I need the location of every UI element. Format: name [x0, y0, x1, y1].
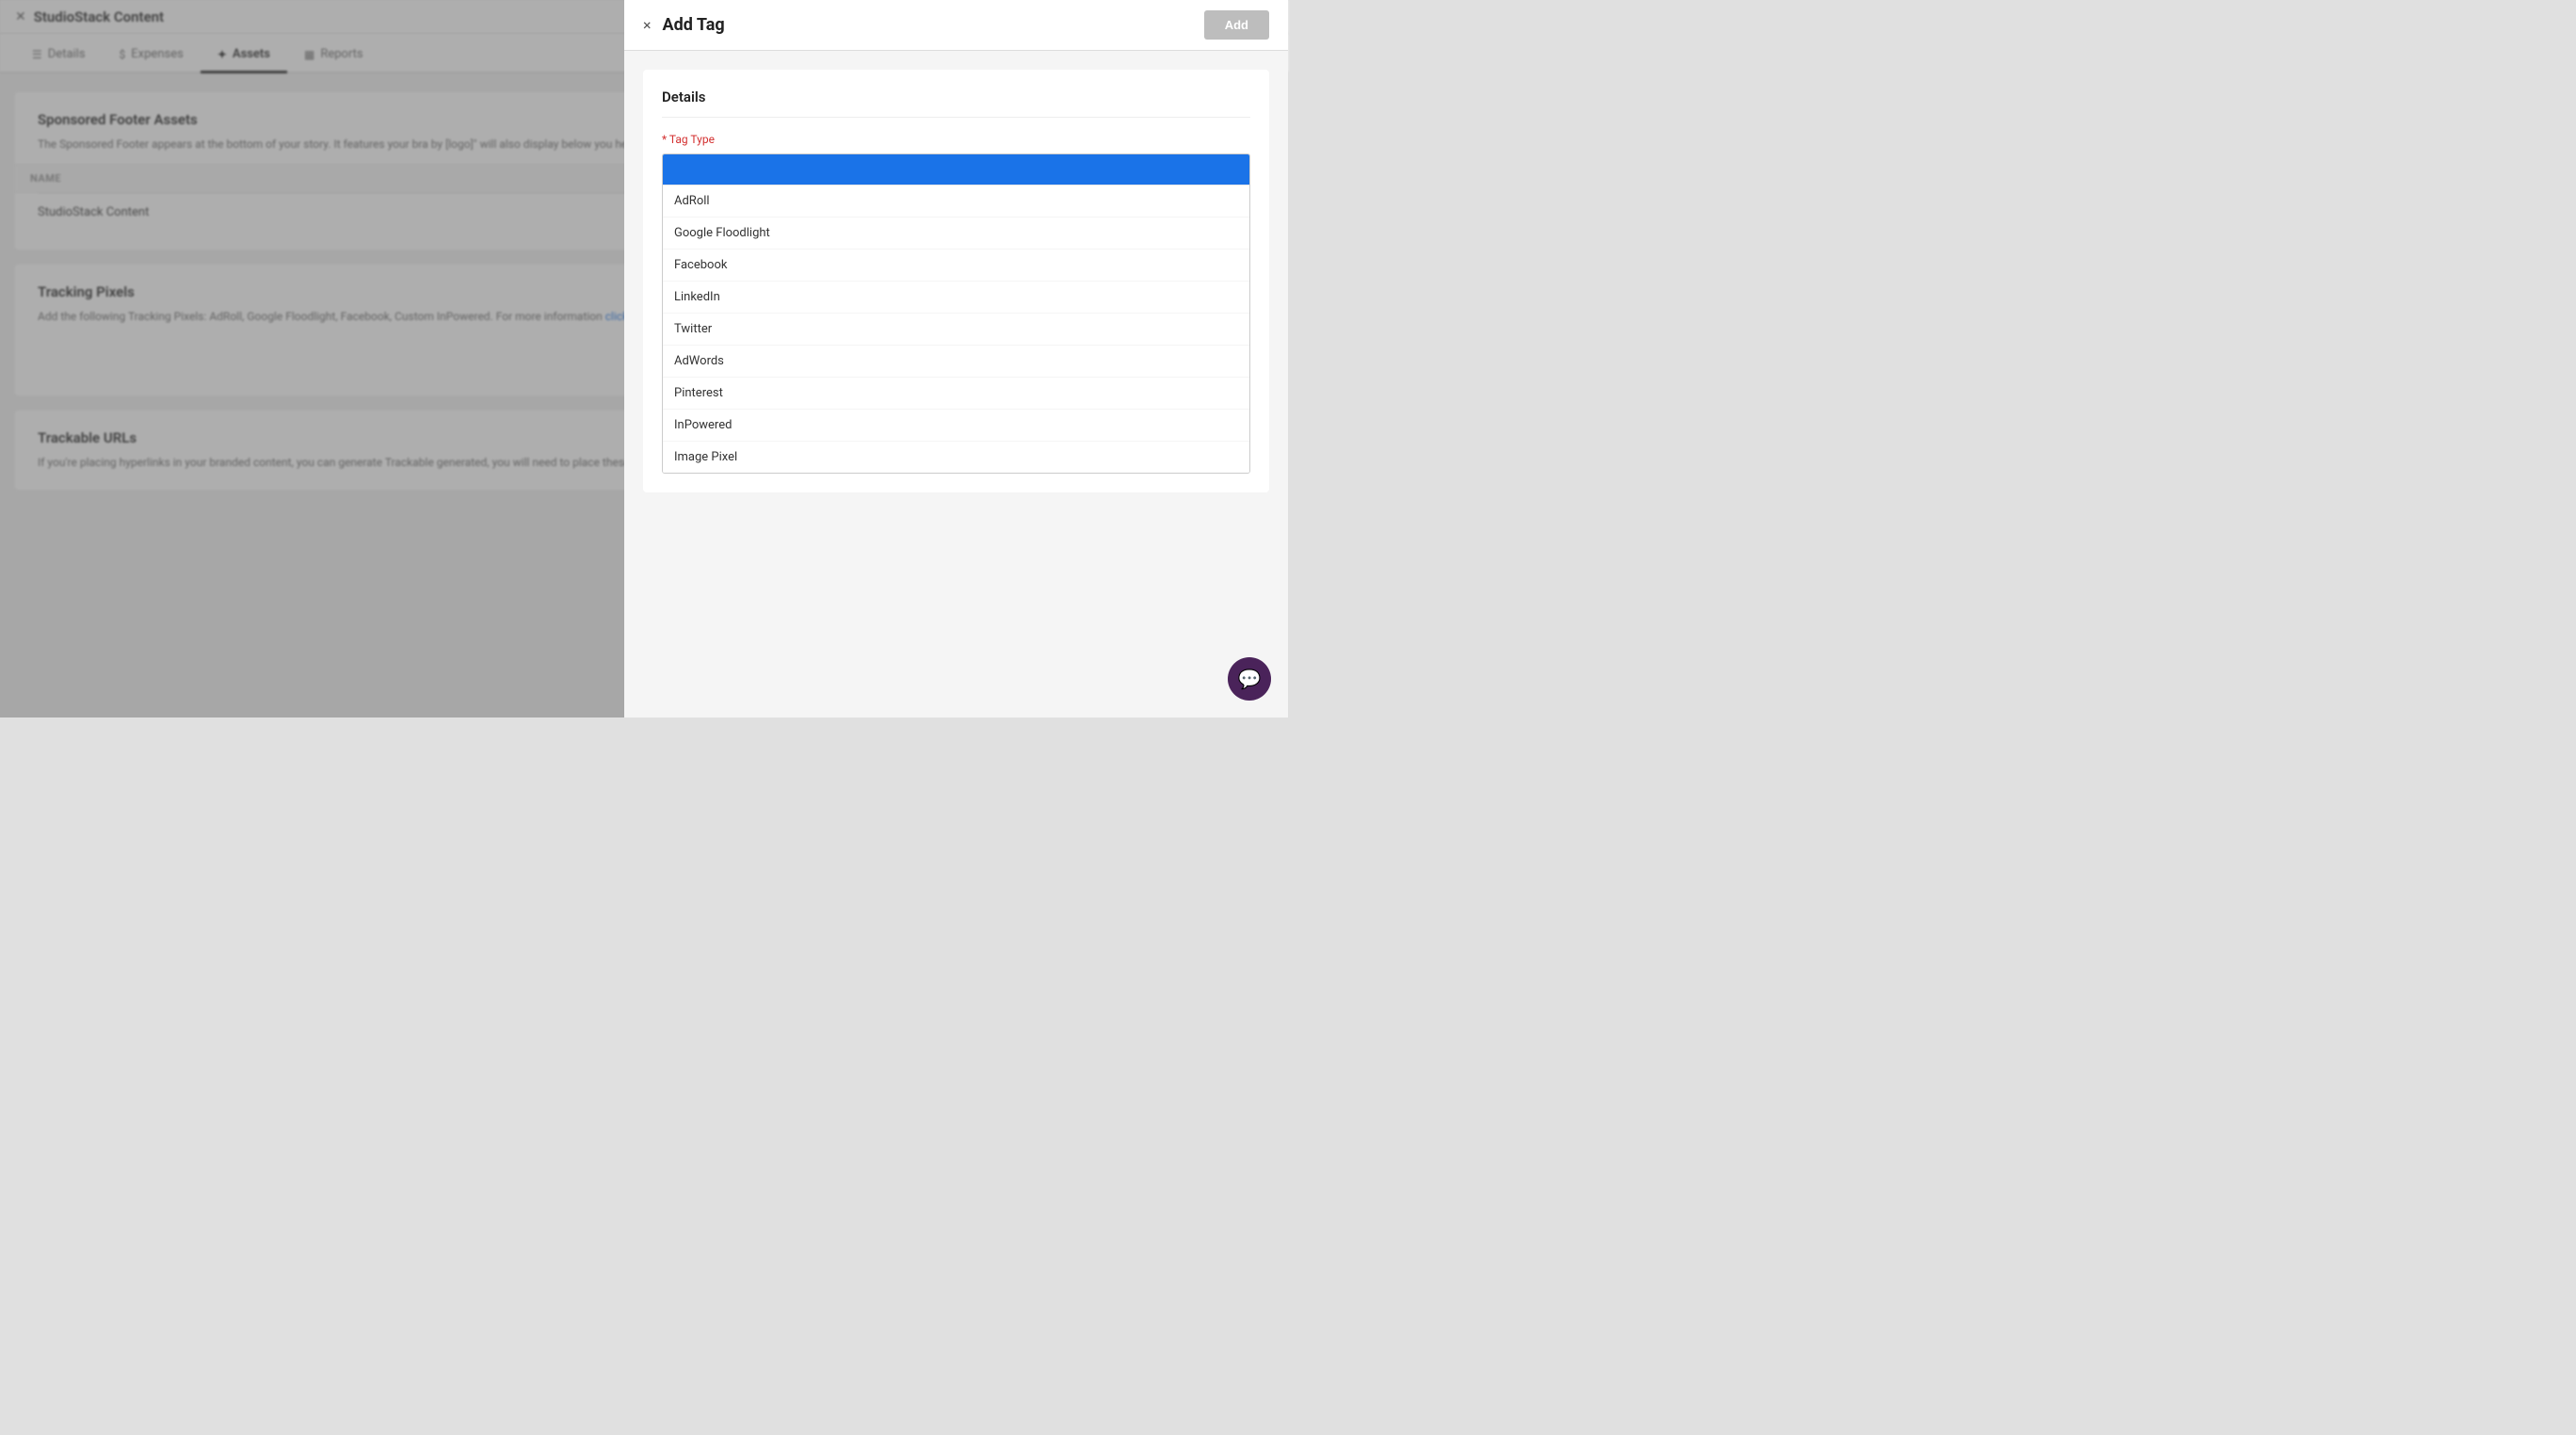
add-tag-button[interactable]: Add	[1204, 10, 1269, 40]
tag-type-field: * Tag Type AdRoll Google Floodlight Face…	[662, 133, 1250, 474]
dropdown-option-pinterest[interactable]: Pinterest	[663, 378, 1249, 410]
chat-bubble[interactable]: 💬	[1228, 657, 1271, 701]
dropdown-options-list: AdRoll Google Floodlight Facebook Linked…	[663, 185, 1249, 473]
details-section-title: Details	[662, 89, 1250, 118]
tag-type-label: * Tag Type	[662, 133, 1250, 146]
modal-header: × Add Tag Add	[624, 0, 1288, 51]
details-card: Details * Tag Type AdRoll Google Floodli…	[643, 70, 1269, 492]
modal-content: Details * Tag Type AdRoll Google Floodli…	[624, 51, 1288, 718]
dropdown-option-image-pixel[interactable]: Image Pixel	[663, 442, 1249, 473]
chat-icon: 💬	[1238, 668, 1262, 690]
dropdown-option-inpowered[interactable]: InPowered	[663, 410, 1249, 442]
modal-close-icon[interactable]: ×	[643, 16, 652, 34]
add-tag-modal: × Add Tag Add Details * Tag Type AdRoll …	[624, 0, 1288, 718]
modal-title: Add Tag	[663, 15, 1193, 35]
dropdown-selected-item[interactable]	[663, 154, 1249, 185]
dropdown-option-adwords[interactable]: AdWords	[663, 346, 1249, 378]
dropdown-option-adroll[interactable]: AdRoll	[663, 185, 1249, 218]
dropdown-option-linkedin[interactable]: LinkedIn	[663, 282, 1249, 314]
dropdown-option-google-floodlight[interactable]: Google Floodlight	[663, 218, 1249, 250]
dropdown-option-twitter[interactable]: Twitter	[663, 314, 1249, 346]
tag-type-dropdown[interactable]: AdRoll Google Floodlight Facebook Linked…	[662, 153, 1250, 474]
dropdown-option-facebook[interactable]: Facebook	[663, 250, 1249, 282]
